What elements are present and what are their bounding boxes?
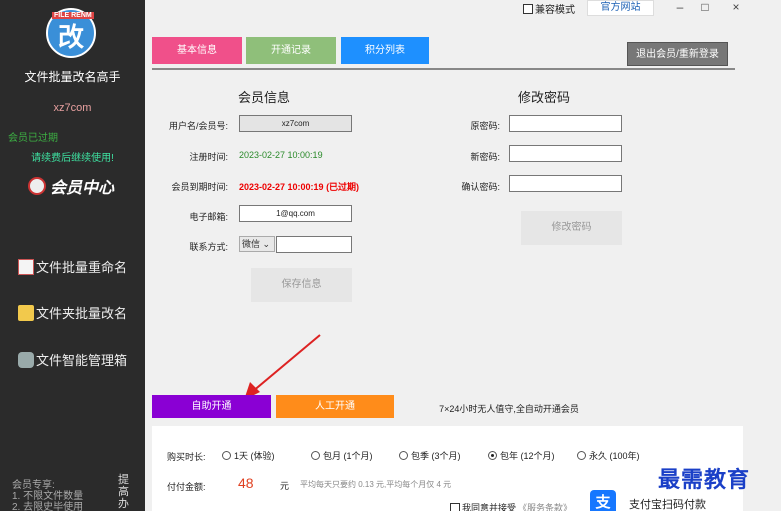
renew-message: 请续费后继续使用! xyxy=(31,153,114,164)
sidebar: FILE RENM 改 文件批量改名高手 xz7com 会员已过期 请续费后继续… xyxy=(0,0,145,511)
option-label: 包年 (12个月) xyxy=(500,451,555,461)
checkbox-icon[interactable] xyxy=(450,502,460,511)
price-value: 48 xyxy=(238,475,254,491)
radio-icon xyxy=(222,451,231,460)
option-label: 1天 (体验) xyxy=(234,451,275,461)
member-center-label: 会员中心 xyxy=(50,180,115,197)
close-icon[interactable]: × xyxy=(728,0,744,14)
new-password-field[interactable] xyxy=(509,145,622,162)
username-field: xz7com xyxy=(239,115,352,132)
nav-file-manager[interactable]: 文件智能管理箱 xyxy=(18,350,127,369)
tab-activation-records[interactable]: 开通记录 xyxy=(246,37,336,64)
nav-folder-rename[interactable]: 文件夹批量改名 xyxy=(18,303,127,322)
site-label: xz7com xyxy=(53,102,92,114)
tab-manual[interactable]: 人工开通 xyxy=(276,395,394,418)
username-label: 用户名/会员号: xyxy=(168,121,228,131)
tab-basic-info[interactable]: 基本信息 xyxy=(152,37,242,64)
side-vertical-text: 提高办 xyxy=(118,474,129,510)
nav-label: 文件批量重命名 xyxy=(36,260,128,275)
nav-label: 文件智能管理箱 xyxy=(36,353,128,368)
radio-icon xyxy=(311,451,320,460)
nav-file-rename[interactable]: 文件批量重命名 xyxy=(18,257,127,276)
contact-type-value: 微信 xyxy=(242,239,261,249)
priv-line: 2. 去限史毕使用 xyxy=(12,502,84,511)
amount-label-text: 付金额: xyxy=(176,482,206,492)
member-expired-status: 会员已过期 xyxy=(8,133,58,144)
priv-line: 会员专享: xyxy=(12,480,55,491)
compat-label: 兼容模式 xyxy=(535,5,575,16)
minimize-icon[interactable]: – xyxy=(672,0,688,14)
member-center-link[interactable]: 会员中心 xyxy=(28,174,114,198)
contact-label: 联系方式: xyxy=(189,242,228,252)
option-label: 包月 (1个月) xyxy=(323,451,373,461)
alipay-label: 支付宝扫码付款 xyxy=(629,499,706,511)
alipay-icon: 支 xyxy=(590,490,616,511)
contact-type-select[interactable]: 微信 ⌄ xyxy=(239,236,275,252)
gamepad-icon xyxy=(18,351,34,368)
document-icon xyxy=(18,258,34,275)
register-time-value: 2023-02-27 10:00:19 xyxy=(239,150,323,160)
option-lifetime[interactable]: 永久 (100年) xyxy=(577,449,640,462)
old-password-label: 原密码: xyxy=(470,121,500,131)
official-site-button[interactable]: 官方网站 xyxy=(587,0,654,16)
option-1day[interactable]: 1天 (体验) xyxy=(222,449,275,462)
price-unit: 元 xyxy=(280,481,290,491)
option-label: 永久 (100年) xyxy=(589,451,640,461)
radio-icon xyxy=(399,451,408,460)
option-quarterly[interactable]: 包季 (3个月) xyxy=(399,449,461,462)
logout-button[interactable]: 退出会员/重新登录 xyxy=(627,42,728,66)
option-monthly[interactable]: 包月 (1个月) xyxy=(311,449,373,462)
agree-terms[interactable]: 我同意并接受 《服务条款》 xyxy=(450,501,572,511)
option-yearly[interactable]: 包年 (12个月) xyxy=(488,449,555,462)
amount-label: 付付金额: xyxy=(167,480,206,493)
email-label: 电子邮箱: xyxy=(189,212,228,222)
watermark: 最需教育 xyxy=(658,467,751,493)
logo-badge: FILE RENM xyxy=(52,12,94,19)
chevron-down-icon: ⌄ xyxy=(260,239,271,249)
confirm-password-label: 确认密码: xyxy=(461,182,500,192)
contact-field[interactable] xyxy=(276,236,352,253)
nav-label: 文件夹批量改名 xyxy=(36,306,128,321)
average-price-note: 平均每天只要约 0.13 元,平均每个月仅 4 元 xyxy=(300,480,452,489)
register-time-label: 注册时间: xyxy=(189,152,228,162)
radio-icon xyxy=(577,451,586,460)
compat-mode-toggle[interactable]: 兼容模式 xyxy=(523,1,575,16)
tab-points-list[interactable]: 积分列表 xyxy=(341,37,429,64)
app-name: 文件批量改名高手 xyxy=(24,70,121,84)
old-password-field[interactable] xyxy=(509,115,622,132)
change-password-title: 修改密码 xyxy=(518,90,571,105)
priv-line: 1. 不限文件数量 xyxy=(12,491,84,502)
duration-label: 购买时长: xyxy=(167,452,206,462)
red-arrow-icon xyxy=(244,334,321,400)
save-info-button[interactable]: 保存信息 xyxy=(251,268,352,302)
logo-char: 改 xyxy=(57,22,84,53)
maximize-icon[interactable]: □ xyxy=(697,0,713,14)
expire-time-value: 2023-02-27 10:00:19 (已过期) xyxy=(239,182,360,192)
checkbox-icon[interactable] xyxy=(523,3,533,14)
member-avatar-icon xyxy=(28,177,46,195)
agree-text: 我同意并接受 xyxy=(462,503,517,511)
radio-selected-icon xyxy=(488,451,497,460)
expire-time-label: 会员到期时间: xyxy=(171,182,228,192)
new-password-label: 新密码: xyxy=(470,152,500,162)
option-label: 包季 (3个月) xyxy=(411,451,461,461)
app-logo: FILE RENM 改 xyxy=(46,8,96,58)
member-privileges: 会员专享: 1. 不限文件数量 2. 去限史毕使用 xyxy=(12,480,83,511)
change-password-button[interactable]: 修改密码 xyxy=(521,211,622,245)
confirm-password-field[interactable] xyxy=(509,175,622,192)
tab-divider xyxy=(152,68,735,70)
terms-link[interactable]: 《服务条款》 xyxy=(518,501,572,511)
member-info-title: 会员信息 xyxy=(238,90,291,105)
email-field[interactable]: 1@qq.com xyxy=(239,205,352,222)
amount-label-prefix: 付 xyxy=(167,482,177,492)
folder-icon xyxy=(18,304,34,321)
tab-self-service[interactable]: 自助开通 xyxy=(152,395,271,418)
auto-activation-note: 7×24小时无人值守,全自动开通会员 xyxy=(439,404,579,414)
